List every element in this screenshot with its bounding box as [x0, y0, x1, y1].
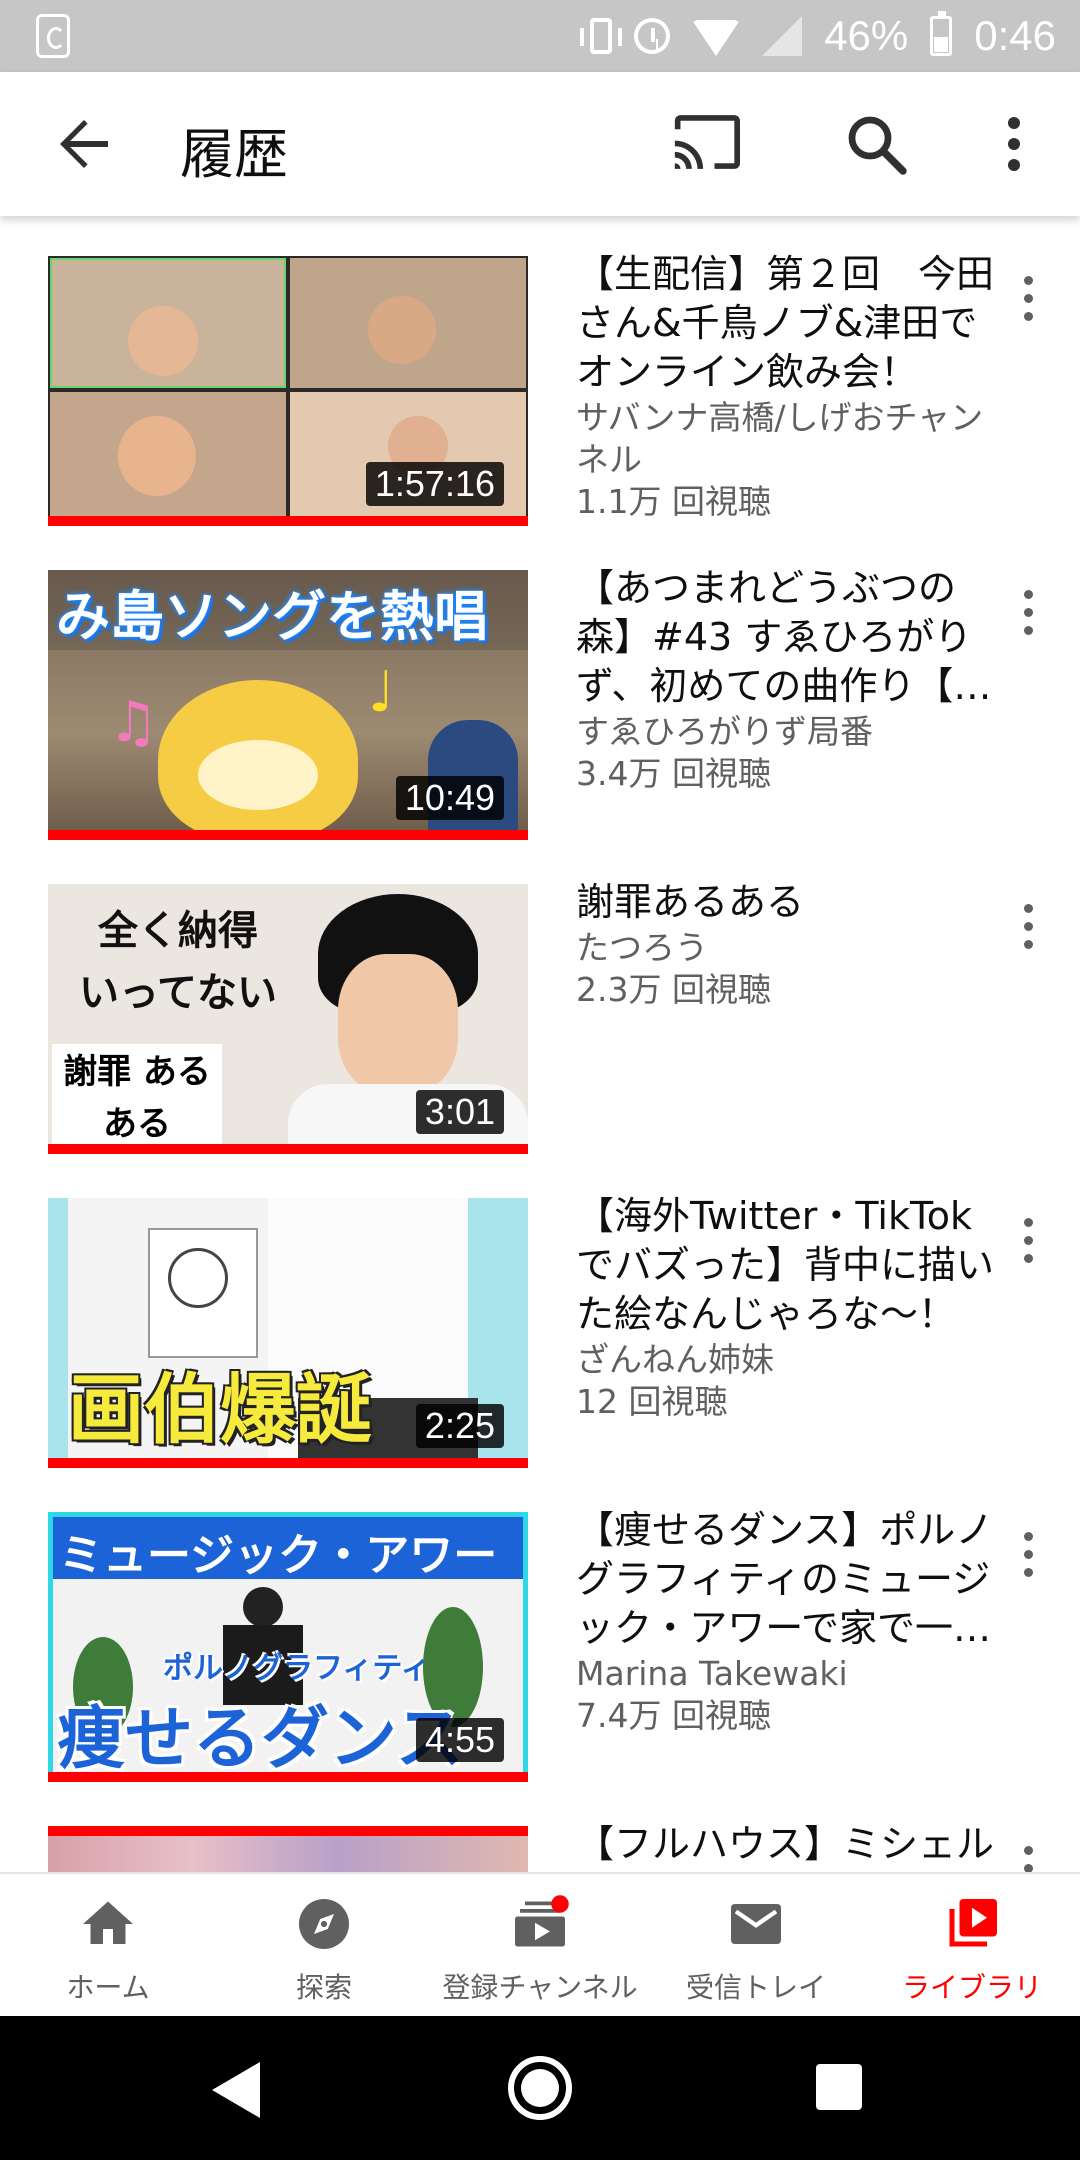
video-duration: 3:01 [415, 1090, 504, 1134]
nav-label: 探索 [295, 1971, 352, 2004]
signal-icon [762, 16, 803, 56]
watched-progress-bar [48, 1458, 528, 1468]
view-count: 2.3万 回視聴 [576, 970, 771, 1009]
video-list-item[interactable]: 全く納得 いってない 謝罪 あるある 3:01 謝罪あるある たつろう 2.3万… [0, 844, 1080, 1158]
home-icon [83, 1901, 133, 1944]
view-count: 12 回視聴 [576, 1382, 728, 1421]
video-thumbnail[interactable]: ミュージック・アワー ポルノグラフィティ 痩せるダンス 4:55 [48, 1512, 528, 1782]
channel-name: Marina Takewaki [576, 1654, 848, 1693]
video-thumbnail[interactable]: 画伯爆誕 2:25 [48, 1198, 528, 1468]
thumbnail-caption: ミュージック・アワー [59, 1530, 498, 1581]
subscriptions-icon [515, 1895, 569, 1947]
video-thumbnail[interactable]: み島ソングを熱唱 ♫ ♩ 10:49 [48, 570, 528, 840]
channel-name: すゑひろがりず局番 [576, 712, 873, 751]
app-bar: 履歴 [0, 72, 1080, 216]
nav-subscriptions[interactable]: 登録チャンネル [432, 1874, 648, 2016]
clock: 0:46 [974, 12, 1056, 59]
video-title[interactable]: 【生配信】第２回 今田さん&千鳥ノブ&津田でオンライン飲み会！ [576, 250, 1006, 397]
bottom-navigation: ホーム 探索 登録チャンネル 受信トレイ ライブラリ [0, 1872, 1080, 2016]
view-count: 1.1万 回視聴 [576, 482, 771, 521]
more-vert-icon[interactable] [990, 108, 1038, 180]
item-more-icon[interactable] [1016, 590, 1040, 650]
alarm-icon [634, 18, 671, 54]
video-title[interactable]: 【あつまれどうぶつの森】#43 すゑひろがりず、初めての曲作り【… [576, 564, 1006, 711]
system-nav-bar [0, 2016, 1080, 2160]
thumbnail-caption: 画伯爆誕 [68, 1365, 372, 1454]
video-list-item[interactable]: 1:57:16 【生配信】第２回 今田さん&千鳥ノブ&津田でオンライン飲み会！ … [0, 216, 1080, 530]
video-duration: 10:49 [395, 776, 504, 820]
search-icon[interactable] [840, 108, 912, 180]
cast-icon[interactable] [672, 112, 740, 172]
nav-label: 受信トレイ [685, 1971, 826, 2004]
system-home-icon[interactable] [508, 2056, 572, 2120]
video-title[interactable]: 謝罪あるある [576, 878, 1006, 927]
nav-label: ホーム [66, 1971, 150, 2004]
nav-home[interactable]: ホーム [0, 1874, 216, 2016]
video-thumbnail[interactable]: 1:57:16 [48, 256, 528, 526]
item-more-icon[interactable] [1016, 1846, 1040, 1872]
back-arrow-icon[interactable] [48, 108, 120, 180]
video-list-item[interactable]: ミュージック・アワー ポルノグラフィティ 痩せるダンス 4:55 【痩せるダンス… [0, 1472, 1080, 1786]
video-title[interactable]: 【海外Twitter・TikTokでバズった】背中に描いた絵なんじゃろな～！ [576, 1192, 1006, 1339]
item-more-icon[interactable] [1016, 276, 1040, 336]
video-list-item[interactable]: 【フルハウス】ミシェル [0, 1786, 1080, 1872]
video-thumbnail[interactable] [48, 1826, 528, 1872]
video-list-item[interactable]: 画伯爆誕 2:25 【海外Twitter・TikTokでバズった】背中に描いた絵… [0, 1158, 1080, 1472]
status-bar: 46% 0:46 [0, 0, 1080, 72]
channel-name: サバンナ高橋/しげおチャンネル [576, 398, 984, 479]
nav-label: ライブラリ [901, 1971, 1042, 2004]
history-list: 1:57:16 【生配信】第２回 今田さん&千鳥ノブ&津田でオンライン飲み会！ … [0, 216, 1080, 1872]
view-count: 7.4万 回視聴 [576, 1696, 771, 1735]
vibrate-icon [580, 18, 623, 54]
item-more-icon[interactable] [1016, 1532, 1040, 1592]
nav-explore[interactable]: 探索 [216, 1874, 432, 2016]
video-title[interactable]: 【痩せるダンス】ポルノグラフィティのミュージック・アワーで家で一… [576, 1506, 1006, 1653]
library-icon [949, 1899, 997, 1947]
watched-progress-bar [48, 1772, 528, 1782]
system-recents-icon[interactable] [816, 2064, 862, 2110]
system-back-icon[interactable] [212, 2062, 260, 2118]
video-title[interactable]: 【フルハウス】ミシェル [576, 1820, 1006, 1869]
wifi-icon [692, 20, 741, 56]
notification-badge [551, 1895, 569, 1913]
video-duration: 2:25 [415, 1404, 504, 1448]
battery-percent: 46% [824, 12, 909, 59]
view-count: 3.4万 回視聴 [576, 754, 771, 793]
page-title: 履歴 [180, 123, 288, 186]
video-thumbnail[interactable]: 全く納得 いってない 謝罪 あるある 3:01 [48, 884, 528, 1154]
channel-name: たつろう [576, 928, 708, 967]
watched-progress-bar [48, 1144, 528, 1154]
thumbnail-caption: 全く納得 いってない [79, 907, 277, 1016]
video-list-item[interactable]: み島ソングを熱唱 ♫ ♩ 10:49 【あつまれどうぶつの森】#43 すゑひろが… [0, 530, 1080, 844]
thumbnail-caption-2: 謝罪 あるある [52, 1044, 222, 1154]
watched-progress-bar [48, 1826, 528, 1836]
notification-app-icon [36, 14, 70, 58]
watched-progress-bar [48, 516, 528, 526]
channel-name: ざんねん姉妹 [576, 1340, 774, 1379]
thumbnail-caption: み島ソングを熱唱 [56, 585, 488, 648]
video-duration: 4:55 [415, 1718, 504, 1762]
nav-inbox[interactable]: 受信トレイ [648, 1874, 864, 2016]
nav-library[interactable]: ライブラリ [864, 1874, 1080, 2016]
inbox-mail-icon [731, 1904, 781, 1944]
battery-icon [930, 11, 953, 56]
video-duration: 1:57:16 [365, 462, 504, 506]
item-more-icon[interactable] [1016, 904, 1040, 964]
item-more-icon[interactable] [1016, 1218, 1040, 1278]
nav-label: 登録チャンネル [442, 1971, 638, 2004]
watched-progress-bar [48, 830, 528, 840]
thumbnail-caption-3: 痩せるダンス [57, 1700, 464, 1779]
thumbnail-caption-2: ポルノグラフィティ [163, 1651, 431, 1686]
compass-icon [299, 1899, 349, 1949]
